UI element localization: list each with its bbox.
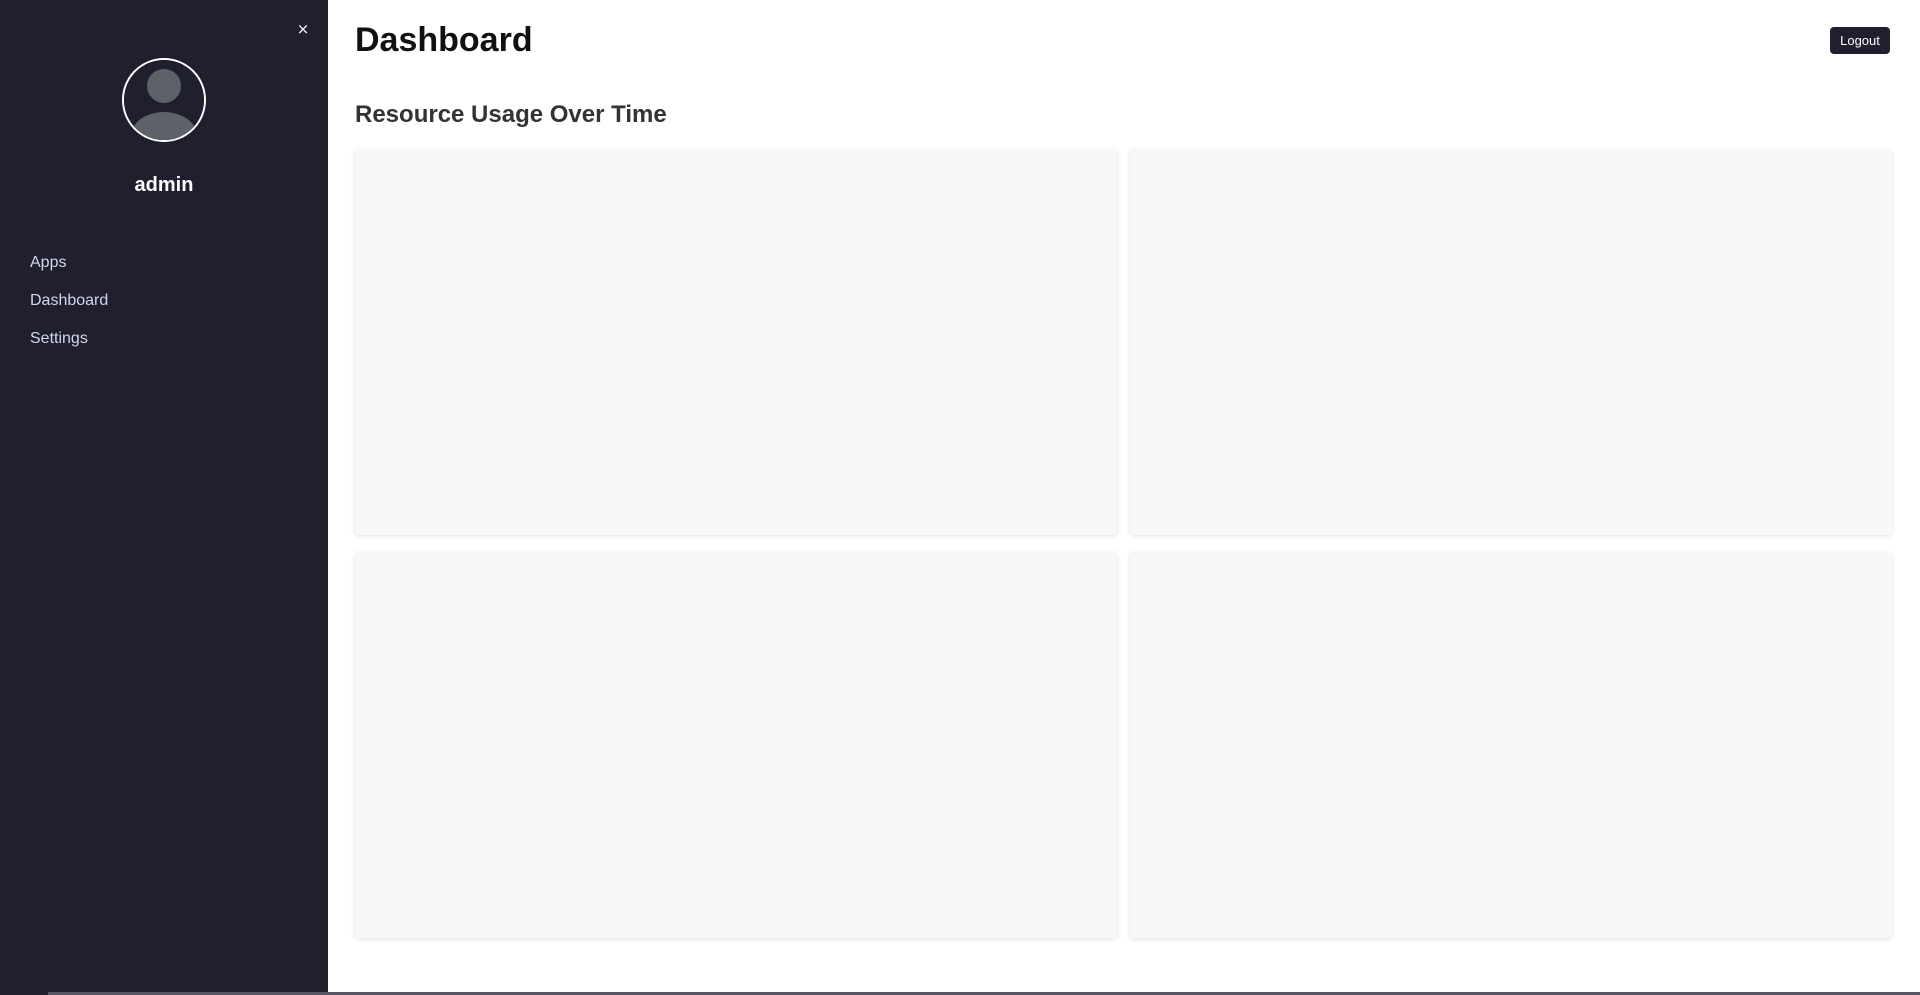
sidebar-item-settings[interactable]: Settings bbox=[30, 328, 108, 366]
close-icon[interactable]: × bbox=[292, 18, 314, 40]
user-avatar-icon bbox=[124, 60, 204, 140]
sidebar-nav: Apps Dashboard Settings bbox=[30, 252, 108, 366]
main-content: Dashboard Logout Resource Usage Over Tim… bbox=[328, 0, 1920, 995]
username: admin bbox=[134, 174, 194, 196]
sidebar-item-apps[interactable]: Apps bbox=[30, 252, 108, 290]
page-title: Dashboard bbox=[355, 21, 533, 59]
chart-card bbox=[1130, 552, 1892, 938]
chart-card bbox=[355, 149, 1117, 535]
sidebar: × admin Apps Dashboard Settings bbox=[0, 0, 328, 995]
logout-button[interactable]: Logout bbox=[1830, 27, 1890, 54]
chart-card bbox=[1130, 149, 1892, 535]
chart-card bbox=[355, 552, 1117, 938]
sidebar-item-dashboard[interactable]: Dashboard bbox=[30, 290, 108, 328]
avatar bbox=[122, 58, 206, 142]
app-root: × admin Apps Dashboard Settings Dashboar… bbox=[0, 0, 1920, 995]
section-title: Resource Usage Over Time bbox=[355, 101, 667, 128]
